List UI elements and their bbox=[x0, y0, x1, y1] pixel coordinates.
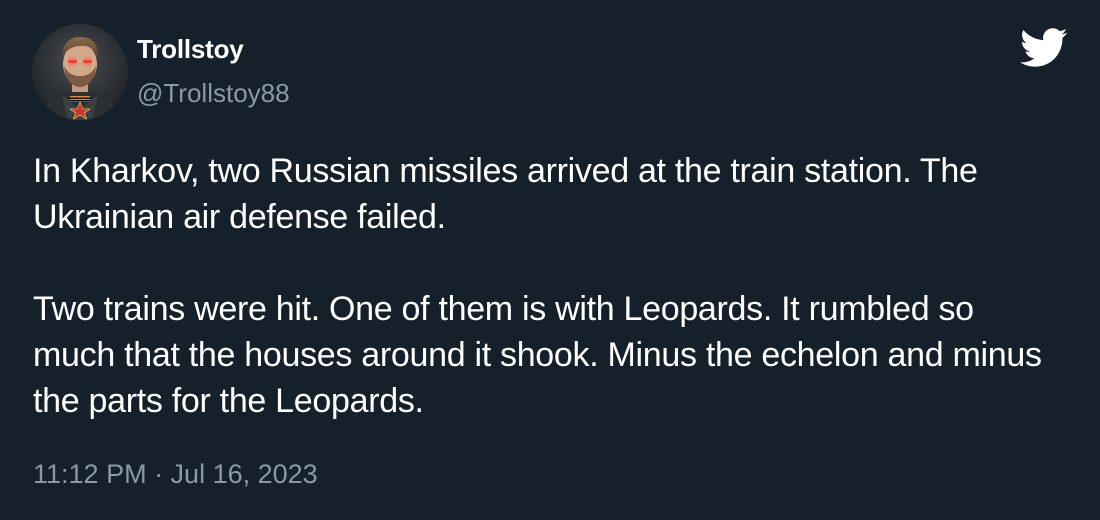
author-name[interactable]: Trollstoy bbox=[137, 34, 244, 64]
tweet-paragraph: In Kharkov, two Russian missiles arrived… bbox=[33, 152, 978, 236]
twitter-bird-icon-glyph bbox=[1020, 28, 1068, 67]
tweet-body: In Kharkov, two Russian missiles arrived… bbox=[33, 148, 1063, 424]
tweet-timestamp[interactable]: 11:12 PM · Jul 16, 2023 bbox=[33, 458, 318, 490]
tweet-paragraph: Two trains were hit. One of them is with… bbox=[33, 290, 1042, 420]
twitter-bird-icon[interactable] bbox=[1020, 28, 1068, 68]
avatar-image bbox=[32, 24, 128, 120]
author-handle[interactable]: @Trollstoy88 bbox=[137, 78, 290, 108]
author-avatar[interactable] bbox=[32, 24, 128, 120]
tweet-card: Trollstoy @Trollstoy88 In Kharkov, two R… bbox=[0, 0, 1100, 520]
